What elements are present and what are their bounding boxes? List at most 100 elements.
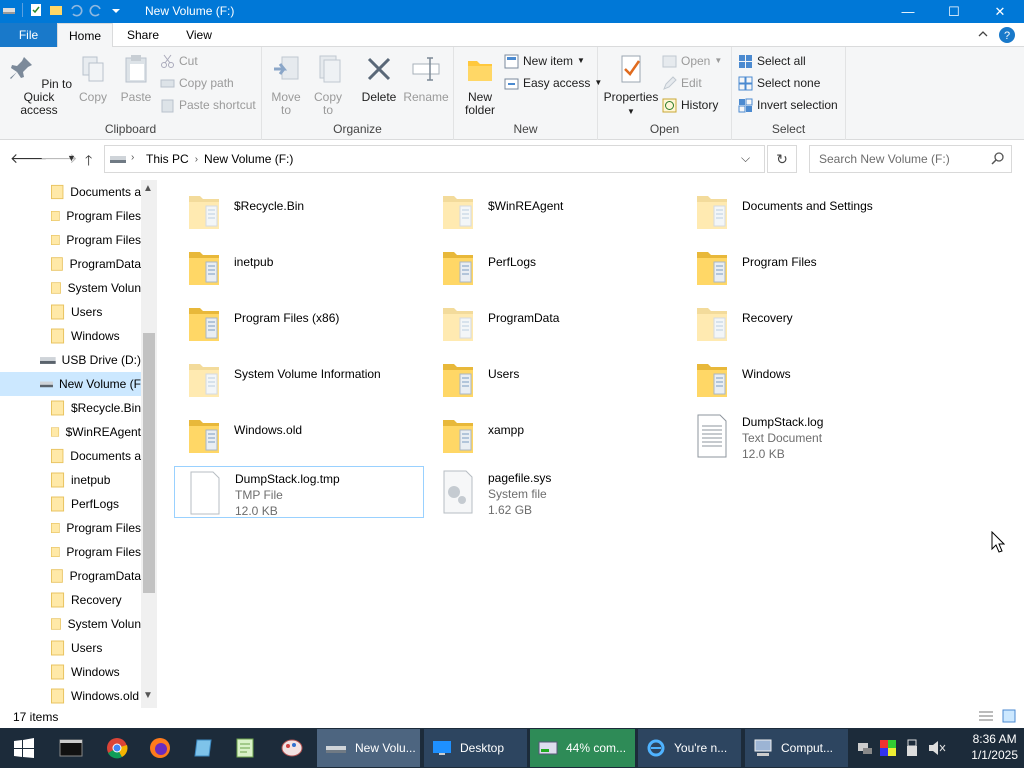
taskbar-window-explorer[interactable]: New Volu... bbox=[317, 729, 420, 767]
nav-item[interactable]: Windows bbox=[0, 660, 141, 684]
large-icons-view-icon[interactable] bbox=[1002, 709, 1016, 723]
paste-button[interactable]: Paste bbox=[116, 53, 156, 104]
pin-quick-access-button[interactable]: Pin to Quick access bbox=[4, 53, 74, 117]
history-button[interactable]: History bbox=[662, 95, 718, 115]
refresh-button[interactable]: ↻ bbox=[767, 145, 797, 173]
taskbar-notepadpp[interactable] bbox=[224, 728, 266, 768]
maximize-button[interactable]: ☐ bbox=[931, 0, 977, 23]
tab-file[interactable]: File bbox=[0, 23, 57, 47]
copy-path-button[interactable]: Copy path bbox=[160, 73, 234, 93]
rename-button[interactable]: Rename bbox=[402, 53, 450, 104]
nav-item[interactable]: Documents a bbox=[0, 444, 141, 468]
taskbar-window-copy-progress[interactable]: 44% com... bbox=[530, 729, 635, 767]
breadcrumb-this-pc[interactable]: This PC bbox=[146, 152, 189, 166]
nav-item[interactable]: Users bbox=[0, 636, 141, 660]
delete-button[interactable]: Delete bbox=[356, 53, 402, 104]
properties-icon[interactable] bbox=[29, 3, 43, 17]
nav-item[interactable]: System Volun bbox=[0, 276, 141, 300]
taskbar-window-computer[interactable]: Comput... bbox=[745, 729, 848, 767]
file-item[interactable]: Windows.old bbox=[174, 410, 424, 462]
taskbar-firefox[interactable] bbox=[140, 728, 180, 768]
help-icon[interactable]: ? bbox=[998, 26, 1016, 44]
volume-muted-icon[interactable] bbox=[928, 740, 946, 756]
tab-share[interactable]: Share bbox=[115, 23, 171, 47]
network-icon[interactable] bbox=[857, 740, 873, 756]
clock[interactable]: 8:36 AM 1/1/2025 bbox=[971, 728, 1018, 768]
nav-item[interactable]: Windows.old bbox=[0, 684, 141, 708]
scroll-up-icon[interactable]: ▲ bbox=[143, 183, 153, 194]
usb-icon[interactable] bbox=[905, 739, 919, 757]
nav-item[interactable]: Users bbox=[0, 300, 141, 324]
nav-item[interactable]: USB Drive (D:) bbox=[0, 348, 141, 372]
file-item[interactable]: pagefile.sys System file 1.62 GB bbox=[428, 466, 678, 518]
nav-item[interactable]: Program Files bbox=[0, 540, 141, 564]
undo-icon[interactable] bbox=[69, 3, 83, 17]
select-all-button[interactable]: Select all bbox=[738, 51, 806, 71]
nav-item[interactable]: $Recycle.Bin bbox=[0, 396, 141, 420]
nav-item[interactable]: Program Files bbox=[0, 204, 141, 228]
redo-icon[interactable] bbox=[89, 3, 103, 17]
file-item[interactable]: xampp bbox=[428, 410, 678, 462]
file-item[interactable]: Recovery bbox=[682, 298, 932, 350]
file-item[interactable]: DumpStack.log.tmp TMP File 12.0 KB bbox=[174, 466, 424, 518]
details-view-icon[interactable] bbox=[978, 710, 994, 722]
file-item[interactable]: DumpStack.log Text Document 12.0 KB bbox=[682, 410, 932, 462]
taskbar-window-ie[interactable]: You're n... bbox=[638, 729, 741, 767]
file-item[interactable]: System Volume Information bbox=[174, 354, 424, 406]
search-input[interactable]: Search New Volume (F:) bbox=[809, 145, 1012, 173]
nav-item[interactable]: System Volun bbox=[0, 612, 141, 636]
nav-item[interactable]: Windows bbox=[0, 324, 141, 348]
invert-selection-button[interactable]: Invert selection bbox=[738, 95, 838, 115]
color-app-tray-icon[interactable] bbox=[880, 740, 896, 756]
nav-item[interactable]: ProgramData bbox=[0, 252, 141, 276]
copy-button[interactable]: Copy bbox=[74, 53, 112, 104]
copy-to-button[interactable]: Copy to bbox=[308, 53, 348, 117]
nav-item[interactable]: Recovery bbox=[0, 588, 141, 612]
new-folder-icon[interactable] bbox=[49, 3, 63, 17]
cut-button[interactable]: Cut bbox=[160, 51, 198, 71]
nav-item[interactable]: inetpub bbox=[0, 468, 141, 492]
nav-item[interactable]: Program Files bbox=[0, 228, 141, 252]
start-button[interactable] bbox=[0, 728, 48, 768]
file-item[interactable]: $Recycle.Bin bbox=[174, 186, 424, 238]
search-icon[interactable] bbox=[991, 152, 1004, 165]
nav-item[interactable]: ProgramData bbox=[0, 564, 141, 588]
scroll-down-icon[interactable]: ▼ bbox=[143, 690, 153, 701]
nav-item[interactable]: PerfLogs bbox=[0, 492, 141, 516]
taskbar-chrome[interactable] bbox=[94, 728, 140, 768]
file-item[interactable]: PerfLogs bbox=[428, 242, 678, 294]
move-to-button[interactable]: Move to bbox=[266, 53, 306, 117]
close-button[interactable]: ✕ bbox=[977, 0, 1023, 23]
new-folder-button[interactable]: New folder bbox=[458, 53, 502, 117]
nav-item[interactable]: Program Files bbox=[0, 516, 141, 540]
tab-home[interactable]: Home bbox=[57, 23, 113, 48]
customize-qat-icon[interactable] bbox=[109, 3, 123, 17]
file-item[interactable]: Users bbox=[428, 354, 678, 406]
file-item[interactable]: inetpub bbox=[174, 242, 424, 294]
file-item[interactable]: Program Files (x86) bbox=[174, 298, 424, 350]
minimize-button[interactable]: — bbox=[885, 0, 931, 23]
new-item-button[interactable]: New item ▼ bbox=[504, 51, 585, 71]
select-none-button[interactable]: Select none bbox=[738, 73, 820, 93]
address-dropdown-icon[interactable]: ⌵ bbox=[741, 151, 750, 166]
properties-button[interactable]: Properties ▼ bbox=[602, 53, 660, 118]
file-item[interactable]: Documents and Settings bbox=[682, 186, 932, 238]
file-item[interactable]: ProgramData bbox=[428, 298, 678, 350]
edit-button[interactable]: Edit bbox=[662, 73, 702, 93]
nav-item[interactable]: Documents a bbox=[0, 180, 141, 204]
nav-item[interactable]: $WinREAgent bbox=[0, 420, 141, 444]
taskbar-paint[interactable] bbox=[268, 728, 316, 768]
file-item[interactable]: Program Files bbox=[682, 242, 932, 294]
collapse-ribbon-icon[interactable] bbox=[976, 27, 990, 41]
drive-icon[interactable] bbox=[2, 3, 16, 17]
nav-item[interactable]: New Volume (F bbox=[0, 372, 141, 396]
breadcrumb-new-volume[interactable]: New Volume (F:) bbox=[204, 152, 293, 166]
taskbar-app-blue[interactable] bbox=[182, 728, 224, 768]
easy-access-button[interactable]: Easy access ▼ bbox=[504, 73, 602, 93]
file-item[interactable]: Windows bbox=[682, 354, 932, 406]
taskbar-window-desktop[interactable]: Desktop bbox=[424, 729, 527, 767]
open-button[interactable]: Open ▼ bbox=[662, 51, 722, 71]
file-item[interactable]: $WinREAgent bbox=[428, 186, 678, 238]
taskbar-cmd[interactable] bbox=[48, 728, 94, 768]
up-button[interactable]: 🡑 bbox=[85, 150, 92, 174]
